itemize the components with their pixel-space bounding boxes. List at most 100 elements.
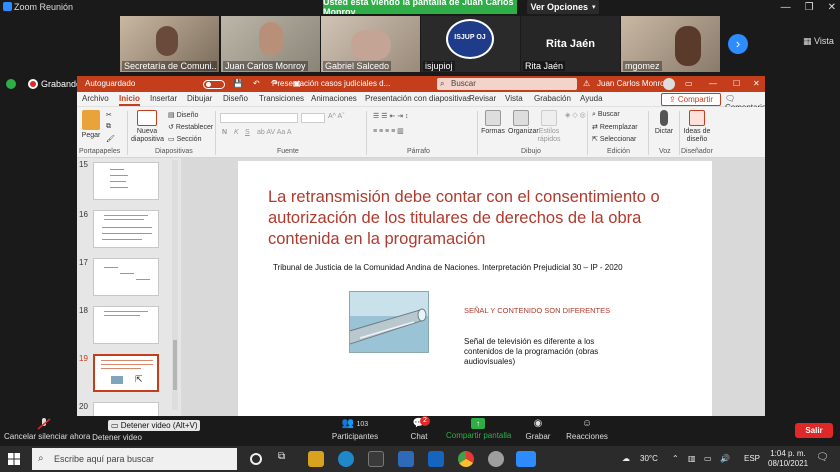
zoom-app-icon[interactable]: [516, 451, 536, 467]
tab-insertar[interactable]: Insertar: [150, 94, 177, 103]
file-explorer-icon[interactable]: [308, 451, 324, 467]
task-view-icon[interactable]: ⧉: [278, 451, 294, 467]
clock[interactable]: 1:04 p. m. 08/10/2021: [768, 449, 808, 469]
share-screen-button[interactable]: ↑ Compartir pantalla: [446, 418, 511, 440]
minimize-icon[interactable]: —: [781, 2, 791, 13]
chrome-icon[interactable]: [458, 451, 474, 467]
windows-start-icon[interactable]: [8, 453, 20, 465]
ppt-search-box[interactable]: ⌕ Buscar: [437, 78, 577, 90]
undo-icon[interactable]: ↶: [253, 79, 260, 88]
paste-button[interactable]: Pegar: [80, 110, 102, 140]
cut-icon[interactable]: ✂: [106, 111, 112, 119]
slide-heading[interactable]: SEÑAL Y CONTENIDO SON DIFERENTES: [464, 306, 610, 315]
slide-thumbnail[interactable]: [93, 258, 159, 296]
slide-body[interactable]: Señal de televisión es diferente a los c…: [464, 337, 624, 367]
next-participants-button[interactable]: ›: [728, 34, 748, 54]
tab-presentacion[interactable]: Presentación con diapositivas: [365, 94, 471, 103]
font-name-combo[interactable]: [220, 113, 298, 123]
tray-chevron-icon[interactable]: ⌃: [672, 454, 679, 463]
reactions-button[interactable]: ☺ Reacciones: [566, 418, 608, 441]
tab-diseno[interactable]: Diseño: [223, 94, 248, 103]
mail-icon[interactable]: [428, 451, 444, 467]
underline-icon[interactable]: S: [245, 129, 250, 136]
participant-tile[interactable]: mgomez: [621, 16, 720, 72]
slide-title[interactable]: La retransmisión debe contar con el cons…: [268, 187, 688, 250]
bold-icon[interactable]: N: [222, 129, 227, 136]
tab-archivo[interactable]: Archivo: [82, 94, 109, 103]
record-button[interactable]: ◉ Grabar: [524, 418, 552, 441]
fiber-optic-image[interactable]: [349, 291, 429, 353]
store-icon[interactable]: [368, 451, 384, 467]
tab-revisar[interactable]: Revisar: [469, 94, 496, 103]
section-button[interactable]: ▭ Sección: [168, 135, 201, 143]
view-options-button[interactable]: Ver Opciones ▾: [527, 0, 599, 14]
bullets-icon[interactable]: ☰ ☰ ⇤ ⇥ ↕: [373, 112, 409, 120]
restore-icon[interactable]: ❐: [805, 2, 814, 13]
share-button[interactable]: ⇪ Compartir: [661, 93, 721, 106]
participant-tile[interactable]: ISJUP OJ isjupioj: [421, 16, 520, 72]
slide-subtitle[interactable]: Tribunal de Justicia de la Comunidad And…: [273, 263, 693, 272]
volume-icon[interactable]: 🔊: [720, 454, 730, 463]
tab-ayuda[interactable]: Ayuda: [580, 94, 603, 103]
align-icon[interactable]: ≡ ≡ ≡ ≡ ▥: [373, 127, 404, 135]
shield-icon[interactable]: [6, 79, 16, 89]
tab-inicio[interactable]: Inicio: [119, 94, 140, 106]
network-icon[interactable]: ▥: [688, 454, 696, 463]
ribbon-options-icon[interactable]: ▭: [685, 79, 693, 88]
taskbar-search[interactable]: ⌕ Escribe aquí para buscar: [32, 448, 237, 470]
cortana-icon[interactable]: [250, 453, 262, 465]
reset-button[interactable]: ↺ Restablecer: [168, 123, 213, 131]
format-painter-icon[interactable]: 🖌: [106, 135, 115, 143]
unmute-button[interactable]: Cancelar silenciar ahora: [4, 418, 90, 441]
participant-tile[interactable]: Juan Carlos Monroy: [221, 16, 320, 72]
scrollbar-thumb[interactable]: [173, 340, 177, 390]
maximize-icon[interactable]: ☐: [733, 79, 740, 88]
save-icon[interactable]: 💾: [233, 79, 243, 88]
participant-tile[interactable]: Rita Jaén Rita Jaén: [521, 16, 620, 72]
tab-animaciones[interactable]: Animaciones: [311, 94, 357, 103]
pen-app-icon[interactable]: [398, 451, 414, 467]
notifications-icon[interactable]: 🗨: [816, 452, 829, 463]
slide-thumbnail[interactable]: [93, 402, 159, 416]
tab-transiciones[interactable]: Transiciones: [259, 94, 304, 103]
dictate-button[interactable]: Dictar: [652, 110, 676, 136]
language-indicator[interactable]: ESP: [744, 454, 760, 463]
copy-icon[interactable]: ⧉: [106, 123, 111, 131]
weather-temp[interactable]: 30°C: [640, 454, 658, 463]
edge-icon[interactable]: [338, 451, 354, 467]
current-slide[interactable]: La retransmisión debe contar con el cons…: [238, 161, 712, 416]
weather-icon[interactable]: ☁: [622, 454, 630, 463]
close-icon[interactable]: ✕: [753, 79, 760, 88]
italic-icon[interactable]: K: [234, 129, 239, 136]
quick-styles-button[interactable]: Estilos rápidos: [537, 110, 561, 144]
grow-font-icon[interactable]: A^ Aˇ: [328, 113, 345, 120]
tab-vista[interactable]: Vista: [505, 94, 523, 103]
tab-dibujar[interactable]: Dibujar: [187, 94, 212, 103]
shape-fill-icon[interactable]: ◈ ◇ ◎: [565, 111, 586, 119]
close-icon[interactable]: ✕: [828, 2, 836, 13]
slide-thumbnail[interactable]: [93, 306, 159, 344]
slide-thumbnail-selected[interactable]: ⇱: [93, 354, 159, 392]
arrange-button[interactable]: Organizar: [508, 110, 539, 136]
participants-button[interactable]: 👥 103 Participantes: [330, 418, 380, 441]
select-button[interactable]: ⇱ Seleccionar: [592, 135, 636, 143]
leave-button[interactable]: Salir: [795, 423, 833, 438]
stop-video-button[interactable]: Detener video: [92, 433, 142, 442]
slide-thumbnail[interactable]: [93, 210, 159, 248]
tab-grabacion[interactable]: Grabación: [534, 94, 571, 103]
font-color-icon[interactable]: ab AV Aa A: [257, 129, 292, 136]
new-slide-button[interactable]: Nueva diapositiva: [131, 110, 164, 144]
avatar[interactable]: [663, 78, 675, 90]
font-size-combo[interactable]: [301, 113, 325, 123]
autosave-toggle[interactable]: [203, 80, 225, 89]
minimize-icon[interactable]: —: [709, 79, 717, 88]
find-button[interactable]: ⌕ Buscar: [592, 111, 620, 119]
layout-button[interactable]: ▤ Diseño: [168, 111, 198, 119]
slide-thumbnail[interactable]: [93, 162, 159, 200]
shapes-button[interactable]: Formas: [481, 110, 505, 136]
designer-button[interactable]: Ideas de diseño: [682, 110, 712, 144]
thumbnail-scrollbar[interactable]: [172, 160, 178, 410]
view-button[interactable]: ▦ Vista: [803, 36, 834, 47]
replace-button[interactable]: ⇄ Reemplazar: [592, 123, 638, 131]
participant-tile[interactable]: Secretaría de Comuni...: [120, 16, 219, 72]
